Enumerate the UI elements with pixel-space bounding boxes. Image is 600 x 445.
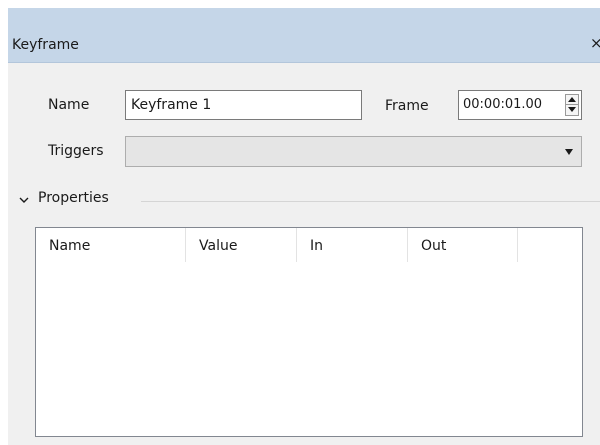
section-divider (141, 201, 600, 202)
spin-down-button[interactable] (566, 105, 578, 115)
name-label: Name (48, 97, 90, 113)
properties-section-header[interactable]: Properties (38, 190, 109, 206)
column-label: Out (421, 238, 447, 254)
title-bar: Keyframe × (8, 8, 600, 63)
column-label: Name (49, 238, 91, 254)
spin-up-button[interactable] (566, 95, 578, 105)
frame-value[interactable]: 00:00:01.00 (463, 97, 542, 112)
name-field[interactable] (125, 90, 362, 120)
keyframe-dialog: Keyframe × Name Frame 00:00:01.00 Trigge… (8, 8, 600, 445)
frame-time-input[interactable]: 00:00:01.00 (458, 90, 582, 120)
column-label: In (310, 238, 324, 254)
column-header-name[interactable]: Name (36, 228, 186, 262)
triggers-label: Triggers (48, 143, 104, 159)
column-header-filler (518, 228, 582, 262)
window-title: Keyframe (12, 37, 79, 53)
column-header-value[interactable]: Value (186, 228, 297, 262)
frame-label: Frame (385, 98, 429, 114)
close-icon[interactable]: × (590, 35, 600, 51)
properties-table[interactable]: Name Value In Out (35, 227, 583, 437)
triangle-down-icon (568, 107, 576, 112)
column-header-out[interactable]: Out (408, 228, 518, 262)
column-label: Value (199, 238, 238, 254)
chevron-down-icon[interactable] (18, 194, 30, 206)
frame-spinner[interactable] (565, 94, 579, 116)
column-header-in[interactable]: In (297, 228, 408, 262)
chevron-down-icon (565, 149, 573, 155)
triangle-up-icon (568, 97, 576, 102)
triggers-dropdown[interactable] (125, 136, 582, 167)
